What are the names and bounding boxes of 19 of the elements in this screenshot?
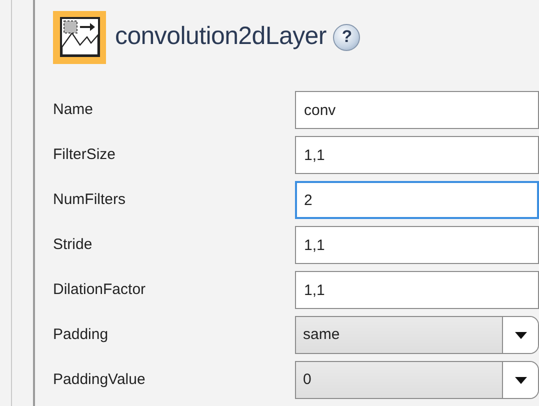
layer-title: convolution2dLayer bbox=[115, 21, 326, 52]
property-label: Padding bbox=[53, 324, 110, 345]
help-button[interactable]: ? bbox=[333, 24, 360, 50]
caret-icon bbox=[514, 376, 526, 384]
property-label: FilterSize bbox=[53, 144, 117, 165]
property-field[interactable]: 1,1 bbox=[295, 136, 539, 174]
property-label: Stride bbox=[53, 234, 94, 255]
property-field[interactable]: conv bbox=[295, 91, 539, 129]
property-label: NumFilters bbox=[53, 190, 127, 210]
property-label: DilationFactor bbox=[53, 280, 147, 300]
caret-icon bbox=[514, 332, 526, 338]
property-label: Name bbox=[53, 100, 94, 120]
property-label: PaddingValue bbox=[53, 370, 146, 390]
property-field[interactable]: 1,1 bbox=[295, 226, 539, 264]
property-field[interactable]: 1,1 bbox=[295, 271, 539, 309]
property-dropdown[interactable]: 0 bbox=[295, 361, 539, 399]
property-field[interactable]: 2 bbox=[295, 181, 539, 219]
layer-icon bbox=[53, 10, 106, 64]
property-dropdown[interactable]: same bbox=[295, 316, 539, 354]
